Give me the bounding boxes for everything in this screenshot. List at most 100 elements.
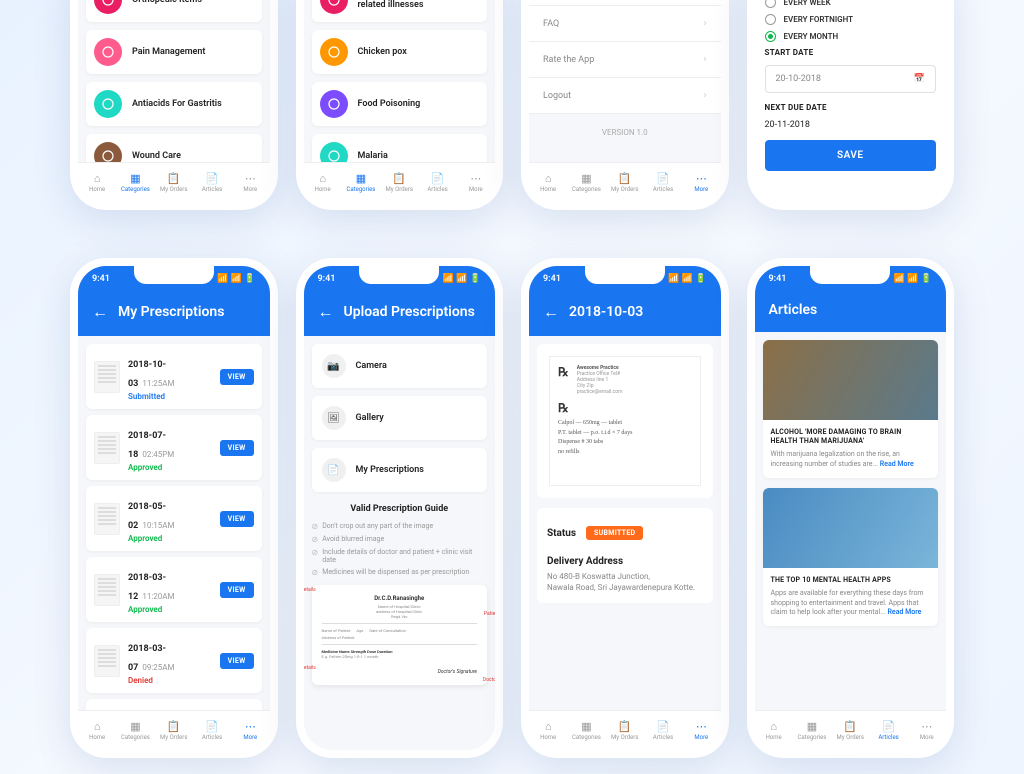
status-badge: SUBMITTED [586, 526, 643, 540]
article-image [763, 340, 939, 420]
save-button[interactable]: SAVE [765, 140, 937, 171]
camera-icon: 📷 [322, 354, 346, 378]
tab-articles[interactable]: 📄Articles [644, 163, 682, 202]
home-icon: ⌂ [768, 720, 780, 732]
start-date-input[interactable]: 20-10-2018 📅 [765, 65, 937, 93]
tabbar: ⌂Home▦Categories📋My Orders📄Articles⋯More [755, 710, 947, 750]
category-item[interactable]: Antiacids For Gastritis [86, 82, 262, 126]
tab-home[interactable]: ⌂Home [529, 163, 567, 202]
tab-orders[interactable]: 📋My Orders [606, 163, 644, 202]
rx-symbol: ℞ [558, 365, 569, 395]
articles-icon: 📄 [432, 172, 444, 184]
tabbar: ⌂Home▦Categories📋My Orders📄Articles⋯More [78, 162, 270, 202]
category-label: Chicken pox [358, 47, 407, 57]
articles-list: ALCOHOL 'MORE DAMAGING TO BRAIN HEALTH T… [755, 332, 947, 748]
category-label: Antiacids For Gastritis [132, 99, 222, 109]
settings-row[interactable]: Rate the App› [529, 42, 721, 78]
upload-label: Camera [356, 361, 387, 371]
tab-orders[interactable]: 📋My Orders [155, 711, 193, 750]
tab-articles[interactable]: 📄Articles [418, 163, 456, 202]
rx-time: 10:15AM [142, 521, 174, 530]
home-icon: ⌂ [317, 172, 329, 184]
view-button[interactable]: VIEW [220, 582, 254, 598]
orders-icon: 📋 [619, 172, 631, 184]
view-button[interactable]: VIEW [220, 369, 254, 385]
tab-home[interactable]: ⌂Home [529, 711, 567, 750]
prescription-row: 2018-10-0311:25AMSubmittedVIEW [86, 344, 262, 409]
tab-orders[interactable]: 📋My Orders [155, 163, 193, 202]
tab-categories[interactable]: ▦Categories [567, 711, 605, 750]
category-item[interactable]: Orthopedic Items [86, 0, 262, 22]
back-icon[interactable]: ← [318, 302, 334, 322]
view-button[interactable]: VIEW [220, 653, 254, 669]
upload-option[interactable]: 📷 Camera [312, 344, 488, 388]
category-item[interactable]: Chicken pox [312, 30, 488, 74]
settings-row[interactable]: FAQ› [529, 6, 721, 42]
orders-icon: 📋 [619, 720, 631, 732]
settings-row[interactable]: Logout› [529, 78, 721, 114]
orders-icon: 📋 [168, 172, 180, 184]
radio-icon [765, 31, 776, 42]
tab-orders[interactable]: 📋My Orders [606, 711, 644, 750]
read-more-link[interactable]: Read More [887, 608, 921, 616]
upload-label: My Prescriptions [356, 465, 424, 475]
home-icon: ⌂ [91, 172, 103, 184]
home-icon: ⌂ [542, 720, 554, 732]
prescription-row: 2018-03-1211:20AMApprovedVIEW [86, 557, 262, 622]
category-label: Alcohol, tobacco & drug related illnesse… [358, 0, 480, 10]
tab-categories[interactable]: ▦Categories [116, 163, 154, 202]
tab-categories[interactable]: ▦Categories [342, 163, 380, 202]
prescription-row: 2018-07-1802:45PMApprovedVIEW [86, 415, 262, 480]
tab-more[interactable]: ⋯More [682, 711, 720, 750]
tab-articles[interactable]: 📄Articles [193, 711, 231, 750]
tab-more[interactable]: ⋯More [682, 163, 720, 202]
back-icon[interactable]: ← [92, 302, 108, 322]
tab-categories[interactable]: ▦Categories [793, 711, 831, 750]
prescription-sample: Dr.C.D.Ranasinghe Name of Hospital/Clini… [312, 585, 488, 685]
tab-categories[interactable]: ▦Categories [567, 163, 605, 202]
view-button[interactable]: VIEW [220, 440, 254, 456]
tab-home[interactable]: ⌂Home [304, 163, 342, 202]
category-label: Food Poisoning [358, 99, 421, 109]
back-icon[interactable]: ← [543, 302, 559, 322]
refill-option[interactable]: EVERY MONTH [765, 31, 937, 42]
home-icon: ⌂ [91, 720, 103, 732]
category-item[interactable]: Pain Management [86, 30, 262, 74]
category-item[interactable]: Food Poisoning [312, 82, 488, 126]
tab-more[interactable]: ⋯More [231, 711, 269, 750]
rx-status: Denied [128, 676, 212, 685]
tab-orders[interactable]: 📋My Orders [831, 711, 869, 750]
read-more-link[interactable]: Read More [880, 460, 914, 468]
guide-item: Include details of doctor and patient + … [312, 548, 488, 564]
tab-categories[interactable]: ▦Categories [116, 711, 154, 750]
article-title: ALCOHOL 'MORE DAMAGING TO BRAIN HEALTH T… [771, 428, 931, 446]
tab-home[interactable]: ⌂Home [755, 711, 793, 750]
my prescriptions-icon: 📄 [322, 458, 346, 482]
tab-articles[interactable]: 📄Articles [193, 163, 231, 202]
prescription-row: 2018-05-0210:15AMApprovedVIEW [86, 486, 262, 551]
category-item[interactable]: Alcohol, tobacco & drug related illnesse… [312, 0, 488, 22]
tab-articles[interactable]: 📄Articles [869, 711, 907, 750]
tab-more[interactable]: ⋯More [457, 163, 495, 202]
categories-icon: ▦ [806, 720, 818, 732]
rx-status: Submitted [128, 392, 212, 401]
article-desc: Apps are available for everything these … [771, 589, 931, 618]
category-icon [94, 90, 122, 118]
article-card[interactable]: THE TOP 10 MENTAL HEALTH APPSApps are av… [763, 488, 939, 626]
refill-option[interactable]: EVERY WEEK [765, 0, 937, 8]
article-card[interactable]: ALCOHOL 'MORE DAMAGING TO BRAIN HEALTH T… [763, 340, 939, 478]
tab-more[interactable]: ⋯More [231, 163, 269, 202]
rx-time: 11:25AM [142, 379, 174, 388]
refill-option[interactable]: EVERY FORTNIGHT [765, 14, 937, 25]
rx-status: Approved [128, 534, 212, 543]
refill-form: REFILL OCCURS EVERY WEEKEVERY FORTNIGHTE… [755, 0, 947, 202]
tab-orders[interactable]: 📋My Orders [380, 163, 418, 202]
delivery-address-title: Delivery Address [547, 556, 703, 567]
upload-option[interactable]: 🖼Gallery [312, 396, 488, 440]
tab-home[interactable]: ⌂Home [78, 163, 116, 202]
tab-articles[interactable]: 📄Articles [644, 711, 682, 750]
tab-more[interactable]: ⋯More [908, 711, 946, 750]
tab-home[interactable]: ⌂Home [78, 711, 116, 750]
view-button[interactable]: VIEW [220, 511, 254, 527]
upload-option[interactable]: 📄 My Prescriptions [312, 448, 488, 492]
